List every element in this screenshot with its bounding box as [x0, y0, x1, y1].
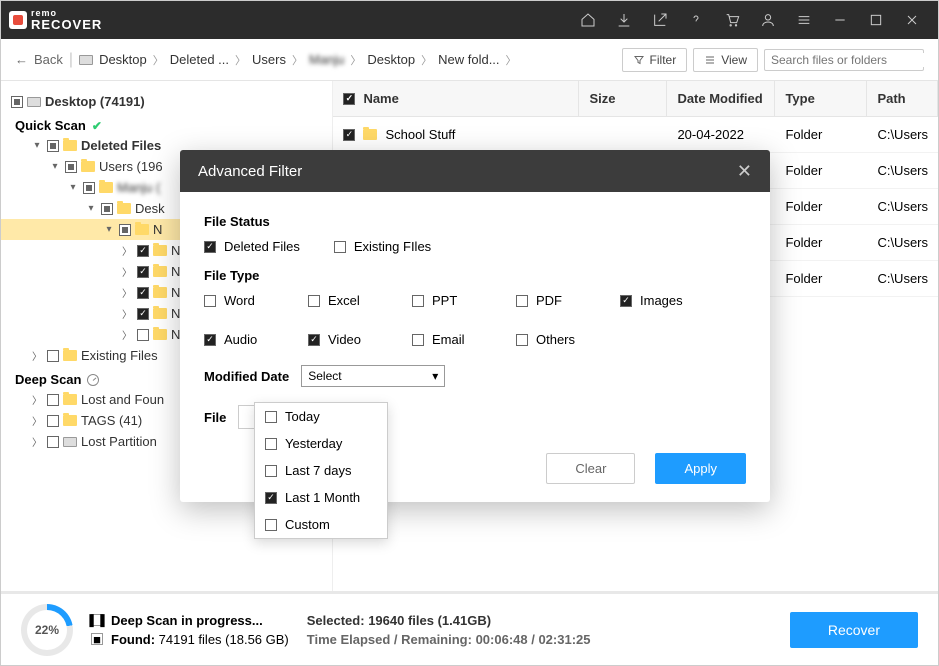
user-icon[interactable]: [750, 1, 786, 39]
logo-icon: [9, 11, 27, 29]
stop-icon[interactable]: ■: [91, 633, 103, 645]
selected-value: 19640 files (1.41GB): [368, 613, 491, 628]
col-date[interactable]: Date Modified: [667, 81, 775, 116]
brand-bottom: RECOVER: [31, 18, 102, 31]
col-type[interactable]: Type: [775, 81, 867, 116]
close-icon[interactable]: [894, 1, 930, 39]
crumb-2[interactable]: Users〉: [252, 52, 303, 68]
col-path[interactable]: Path: [867, 81, 938, 116]
filter-button[interactable]: Filter: [622, 48, 688, 72]
search-input[interactable]: [764, 49, 924, 71]
maximize-icon[interactable]: [858, 1, 894, 39]
quick-scan-label: Quick Scan✔: [1, 112, 332, 135]
select-all-checkbox[interactable]: [343, 93, 355, 105]
apply-button[interactable]: Apply: [655, 453, 746, 484]
search-field[interactable]: [771, 53, 926, 67]
modified-date-label: Modified Date: [204, 369, 289, 384]
drive-icon: [27, 97, 41, 107]
folder-icon: [363, 129, 377, 140]
crumb-1[interactable]: Deleted ...〉: [170, 52, 246, 68]
titlebar: remo RECOVER: [1, 1, 938, 39]
dd-last-1-month[interactable]: Last 1 Month: [255, 484, 387, 511]
check-others[interactable]: Others: [516, 332, 586, 347]
progress-ring: 22%: [21, 604, 73, 656]
clear-button[interactable]: Clear: [546, 453, 635, 484]
time-value: 00:06:48 / 02:31:25: [476, 632, 591, 647]
clock-icon: [87, 374, 99, 386]
check-icon: ✔: [92, 119, 102, 133]
file-status-label: File Status: [204, 214, 746, 229]
home-icon[interactable]: [570, 1, 606, 39]
back-label: Back: [34, 52, 63, 67]
minimize-icon[interactable]: [822, 1, 858, 39]
progress-percent: 22%: [35, 623, 59, 637]
col-size[interactable]: Size: [579, 81, 667, 116]
drive-icon: [79, 55, 93, 65]
menu-icon[interactable]: [786, 1, 822, 39]
folder-icon: [63, 140, 77, 151]
check-ppt[interactable]: PPT: [412, 293, 482, 308]
recover-button[interactable]: Recover: [790, 612, 918, 648]
check-excel[interactable]: Excel: [308, 293, 378, 308]
dd-last-7-days[interactable]: Last 7 days: [255, 457, 387, 484]
file-type-label: File Type: [204, 268, 746, 283]
crumb-4[interactable]: Desktop〉: [367, 52, 432, 68]
tree-root[interactable]: Desktop (74191): [1, 91, 332, 112]
check-existing-files[interactable]: Existing FIles: [334, 239, 431, 254]
check-images[interactable]: Images: [620, 293, 690, 308]
app-logo: remo RECOVER: [9, 9, 102, 31]
check-pdf[interactable]: PDF: [516, 293, 586, 308]
dd-today[interactable]: Today: [255, 403, 387, 430]
dd-yesterday[interactable]: Yesterday: [255, 430, 387, 457]
modal-title: Advanced Filter: [198, 163, 302, 180]
found-value: 74191 files (18.56 GB): [159, 632, 289, 647]
breadcrumb-bar: ← Back | Desktop〉 Deleted ...〉 Users〉 Ma…: [1, 39, 938, 81]
check-deleted-files[interactable]: Deleted Files: [204, 239, 300, 254]
back-button[interactable]: ← Back: [15, 52, 63, 67]
pause-icon[interactable]: ❚❚: [91, 614, 103, 626]
scan-status: Deep Scan in progress...: [111, 613, 263, 628]
check-email[interactable]: Email: [412, 332, 482, 347]
dd-custom[interactable]: Custom: [255, 511, 387, 538]
export-icon[interactable]: [642, 1, 678, 39]
check-video[interactable]: Video: [308, 332, 378, 347]
chevron-down-icon: ▾: [432, 369, 438, 383]
row-checkbox[interactable]: [343, 129, 355, 141]
crumb-3[interactable]: Manju〉: [309, 52, 361, 68]
modified-date-dropdown: Today Yesterday Last 7 days Last 1 Month…: [254, 402, 388, 539]
check-word[interactable]: Word: [204, 293, 274, 308]
table-header: Name Size Date Modified Type Path: [333, 81, 938, 117]
crumb-0[interactable]: Desktop〉: [79, 52, 164, 68]
cart-icon[interactable]: [714, 1, 750, 39]
arrow-left-icon: ←: [15, 52, 28, 67]
help-icon[interactable]: [678, 1, 714, 39]
check-audio[interactable]: Audio: [204, 332, 274, 347]
download-icon[interactable]: [606, 1, 642, 39]
modal-close-icon[interactable]: ✕: [737, 162, 752, 180]
modified-date-select[interactable]: Select▾: [301, 365, 445, 387]
status-footer: 22% ❚❚Deep Scan in progress... ■Found: 7…: [1, 591, 938, 665]
view-button[interactable]: View: [693, 48, 758, 72]
table-row[interactable]: School Stuff 20-04-2022 Folder C:\Users: [333, 117, 938, 153]
crumb-5[interactable]: New fold...〉: [438, 52, 516, 68]
file-size-label: File: [204, 410, 226, 425]
